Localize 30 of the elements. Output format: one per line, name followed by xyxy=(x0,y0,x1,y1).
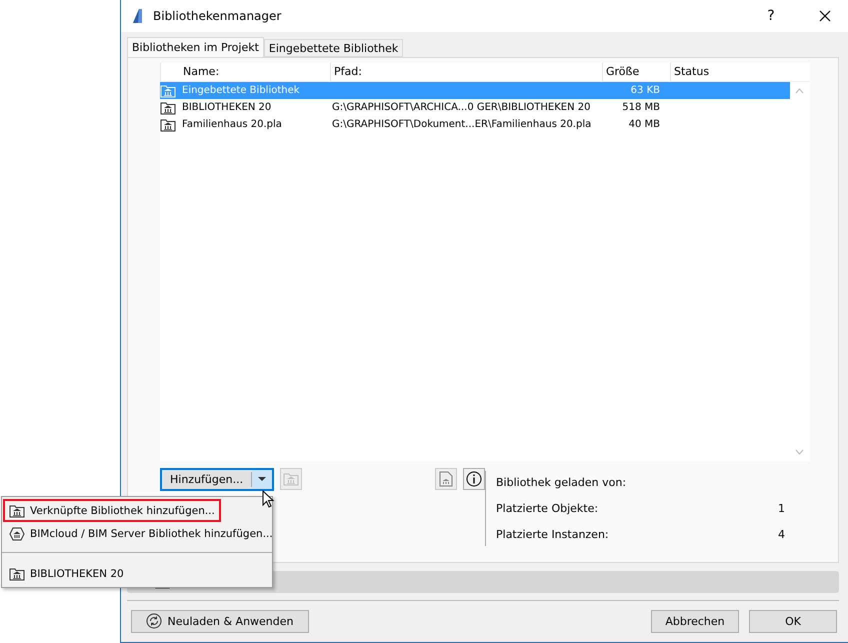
info-value: 1 xyxy=(778,502,785,515)
info-value: 4 xyxy=(778,528,785,541)
info-label: Platzierte Instanzen: xyxy=(496,528,609,541)
library-row[interactable]: Familienhaus 20.pla G:\GRAPHISOFT\Dokument...ER\Familienhaus 20.pla 40 MB xyxy=(160,116,790,133)
library-row[interactable]: BIBLIOTHEKEN 20 G:\GRAPHISOFT\ARCHICA...0 GER\BIBLIOTHEKEN 20 518 MB xyxy=(160,99,790,116)
ok-button[interactable]: OK xyxy=(749,610,837,632)
column-header[interactable]: Pfad: xyxy=(330,63,602,81)
info-label: Platzierte Objekte: xyxy=(496,502,598,515)
menu-item[interactable]: Verknüpfte Bibliothek hinzufügen... xyxy=(3,499,221,522)
menu-item[interactable]: BIBLIOTHEKEN 20 xyxy=(3,562,271,585)
name-cell-text: Eingebettete Bibliothek xyxy=(181,85,300,96)
path-cell-text: G:\GRAPHISOFT\ARCHICA...0 GER\BIBLIOTHEKEN 20 xyxy=(331,102,591,113)
size-cell-text: 63 KB xyxy=(630,85,661,96)
help-button[interactable]: ? xyxy=(748,0,794,32)
cancel-button[interactable]: Abbrechen xyxy=(651,610,739,632)
reload-apply-button[interactable]: Neuladen & Anwenden xyxy=(131,610,309,632)
column-header[interactable]: Status xyxy=(670,63,770,81)
menu-item[interactable]: BIMcloud / BIM Server Bibliothek hinzufügen... xyxy=(3,522,271,545)
tab[interactable]: Bibliotheken im Projekt xyxy=(127,37,264,57)
size-cell-text: 518 MB xyxy=(621,102,661,113)
window-title: Bibliothekenmanager xyxy=(153,9,282,23)
size-cell-text: 40 MB xyxy=(628,119,661,130)
tab[interactable]: Eingebettete Bibliothek xyxy=(264,39,404,57)
column-header[interactable]: Größe xyxy=(602,63,670,81)
path-cell-text: G:\GRAPHISOFT\Dokument...ER\Familienhaus 20.pla xyxy=(331,119,592,130)
add-split-button[interactable]: Hinzufügen... xyxy=(160,468,274,491)
column-header[interactable]: Name: xyxy=(160,63,330,81)
name-cell-text: BIBLIOTHEKEN 20 xyxy=(181,102,272,113)
info-label: Bibliothek geladen von: xyxy=(496,476,626,489)
name-cell-text: Familienhaus 20.pla xyxy=(181,119,282,130)
